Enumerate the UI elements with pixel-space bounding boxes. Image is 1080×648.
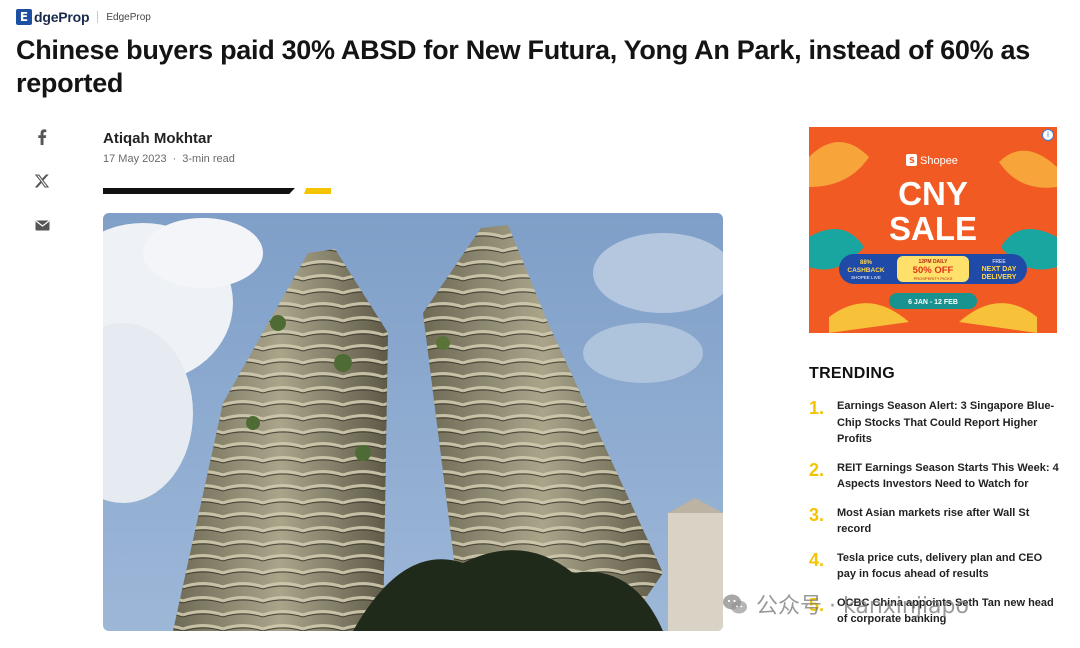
accent-bar-black	[103, 188, 295, 194]
shopee-ad-banner[interactable]: S Shopee CNY SALE 88% CASHBACK SHOPEE LI…	[809, 127, 1057, 333]
trending-rank: 1.	[809, 398, 825, 418]
header-divider	[97, 11, 99, 23]
watermark-text: 公众号 · kanxinjiapo	[756, 594, 969, 619]
trending-link[interactable]: REIT Earnings Season Starts This Week: 4…	[837, 460, 1059, 493]
ad-dates: 6 JAN - 12 FEB	[908, 299, 958, 306]
svg-text:FREE: FREE	[992, 259, 1006, 265]
ad-info-icon[interactable]: i	[1042, 129, 1054, 141]
breadcrumb[interactable]: EdgeProp	[106, 12, 150, 23]
x-share-button[interactable]	[30, 170, 54, 192]
trending-rank: 3.	[809, 504, 825, 525]
svg-text:DELIVERY: DELIVERY	[982, 274, 1017, 281]
trending-item[interactable]: 1. Earnings Season Alert: 3 Singapore Bl…	[809, 398, 1059, 448]
svg-text:SHOPEE LIVE: SHOPEE LIVE	[851, 275, 881, 280]
site-header: E dgeProp EdgeProp	[16, 6, 151, 28]
publish-date: 17 May 2023	[103, 153, 167, 165]
trending-heading: TRENDING	[809, 365, 895, 382]
accent-bar-yellow	[304, 188, 331, 194]
facebook-share-button[interactable]	[30, 126, 54, 148]
svg-text:88%: 88%	[860, 260, 873, 266]
read-time: 3-min read	[182, 153, 235, 165]
author-name[interactable]: Atiqah Mokhtar	[103, 130, 212, 147]
logo-text: dgeProp	[34, 9, 90, 25]
trending-rank: 2.	[809, 459, 825, 480]
article-headline: Chinese buyers paid 30% ABSD for New Fut…	[16, 35, 1030, 98]
trending-rank: 4.	[809, 549, 825, 570]
trending-link[interactable]: Most Asian markets rise after Wall St re…	[837, 505, 1059, 538]
meta-separator: ·	[172, 153, 177, 165]
wechat-watermark: 公众号 · kanxinjiapo	[722, 588, 969, 620]
svg-text:50% OFF: 50% OFF	[913, 265, 954, 276]
email-icon	[35, 220, 49, 230]
svg-text:CASHBACK: CASHBACK	[847, 267, 885, 274]
svg-text:S: S	[909, 156, 915, 165]
svg-text:PROSPERITY PICKS: PROSPERITY PICKS	[914, 276, 953, 281]
trending-item[interactable]: 2. REIT Earnings Season Starts This Week…	[809, 460, 1059, 493]
wechat-icon	[723, 594, 747, 614]
logo-mark: E	[16, 9, 32, 25]
trending-link[interactable]: Earnings Season Alert: 3 Singapore Blue-…	[837, 398, 1059, 448]
ad-headline-line1: CNY	[898, 175, 968, 212]
article-meta: 17 May 2023 · 3-min read	[103, 153, 235, 165]
trending-item[interactable]: 3. Most Asian markets rise after Wall St…	[809, 505, 1059, 538]
email-share-button[interactable]	[30, 214, 54, 236]
hero-image	[103, 213, 723, 631]
svg-text:NEXT DAY: NEXT DAY	[982, 266, 1017, 273]
ad-brand: Shopee	[920, 155, 958, 167]
trending-link[interactable]: Tesla price cuts, delivery plan and CEO …	[837, 550, 1059, 583]
ad-artwork: S Shopee CNY SALE 88% CASHBACK SHOPEE LI…	[809, 127, 1057, 333]
facebook-icon	[38, 129, 47, 145]
trending-item[interactable]: 4. Tesla price cuts, delivery plan and C…	[809, 550, 1059, 583]
x-twitter-icon	[35, 174, 49, 188]
share-bar	[30, 126, 54, 236]
edgeprop-logo[interactable]: E dgeProp	[16, 9, 90, 25]
hero-illustration	[103, 213, 723, 631]
ad-headline-line2: SALE	[889, 210, 977, 247]
